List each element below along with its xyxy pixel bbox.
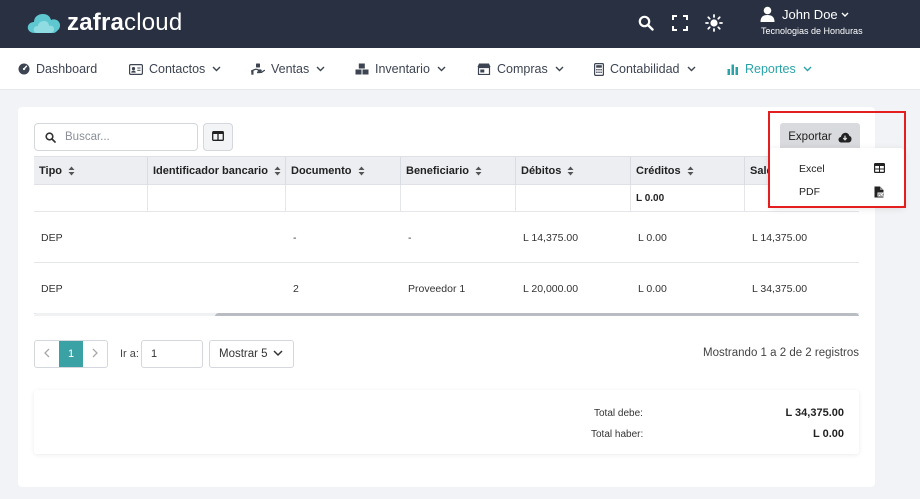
records-info: Mostrando 1 a 2 de 2 registros [703,347,859,359]
table-row[interactable]: DEP 2 Proveedor 1 L 20,000.00 L 0.00 L 3… [34,264,859,314]
cell-tipo: DEP [41,232,63,244]
fullscreen-icon[interactable] [670,13,690,33]
columns-icon [212,130,224,144]
column-header[interactable]: Débitos [516,157,631,185]
cell-identificador [148,213,155,263]
report-table: Tipo Identificador bancario Documento Be… [34,156,859,316]
page-button[interactable]: 1 [59,341,83,367]
bar-chart-icon [727,64,739,75]
cell-identificador [148,264,155,314]
goto-label: Ir a: [120,348,139,360]
search-input[interactable] [65,128,190,146]
nav-item-contabilidad[interactable]: Contabilidad [594,48,696,90]
chevron-down-icon [437,66,446,72]
table-row[interactable]: DEP - - L 14,375.00 L 0.00 L 14,375.00 [34,213,859,263]
column-header[interactable]: Créditos [631,157,745,185]
search-icon[interactable] [636,13,656,33]
sort-icon [68,166,75,176]
chevron-down-icon [273,350,283,357]
chevron-down-icon [687,66,696,72]
address-card-icon [129,63,143,75]
cloud-logo-icon [27,14,61,33]
page-size-select[interactable]: Mostrar 5 [209,340,294,368]
app-logo[interactable]: zafracloud [26,8,182,38]
prev-page-button[interactable] [35,341,59,367]
theme-sun-icon[interactable] [704,13,724,33]
nav-item-compras[interactable]: Compras [477,48,564,90]
report-card: Exportar Tipo Identificador bancario Doc… [18,107,875,487]
main-nav: Dashboard Contactos Ventas Inventario Co… [0,48,920,90]
user-icon [760,6,775,22]
column-toggle-button[interactable] [203,123,233,151]
cell-saldo: L 34,375.00 [752,283,808,295]
column-header[interactable]: Documento [286,157,401,185]
cell-debitos: L 14,375.00 [523,232,579,244]
summary-credit: L 0.00 [631,185,745,212]
nav-item-dashboard[interactable]: Dashboard [18,48,97,90]
totals-panel: Total debe: L 34,375.00 Total haber: L 0… [34,390,859,454]
cell-documento: - [293,232,297,244]
cell-tipo: DEP [41,283,63,295]
cell-beneficiario: Proveedor 1 [408,283,466,295]
top-bar: zafracloud John Doe Tecnologias de Hondu… [0,0,920,48]
cell-saldo: L 14,375.00 [752,232,808,244]
cell-creditos: L 0.00 [638,232,667,244]
chevron-down-icon [555,66,564,72]
user-name: John Doe [782,7,838,22]
pagination: 1 [34,340,108,368]
sort-icon [274,166,281,176]
calculator-icon [594,62,604,76]
chevron-down-icon [316,66,325,72]
table-header: Tipo Identificador bancario Documento Be… [34,156,859,185]
column-header[interactable]: Identificador bancario [148,157,286,185]
user-company: Tecnologias de Honduras [761,26,863,36]
sort-icon [475,166,482,176]
nav-item-reportes[interactable]: Reportes [727,48,812,90]
sort-icon [687,166,694,176]
user-menu[interactable]: John Doe Tecnologias de Honduras [760,5,910,43]
goto-page-input[interactable] [141,340,203,368]
horizontal-scrollbar[interactable] [215,313,859,316]
cell-debitos: L 20,000.00 [523,283,579,295]
chevron-down-icon [212,66,221,72]
total-haber-value: L 0.00 [813,428,844,440]
cell-creditos: L 0.00 [638,283,667,295]
store-icon [477,63,491,75]
sort-icon [358,166,365,176]
search-field[interactable] [34,123,198,151]
chevron-left-icon [44,347,50,361]
column-header[interactable]: Tipo [34,157,148,185]
total-haber-label: Total haber: [591,429,644,440]
chevron-down-icon [803,66,812,72]
boxes-icon [355,63,369,75]
total-debe-label: Total debe: [594,408,643,419]
chevron-right-icon [92,347,98,361]
table-summary-row: L 0.00 [34,185,859,212]
nav-item-contactos[interactable]: Contactos [129,48,221,90]
gauge-icon [18,63,30,75]
highlight-box [768,111,906,208]
hand-holding-icon [251,63,265,75]
cell-beneficiario: - [408,232,412,244]
sort-icon [567,166,574,176]
chevron-down-icon [841,12,849,17]
app-logo-text: zafracloud [67,9,183,36]
column-header[interactable]: Beneficiario [401,157,516,185]
cell-documento: 2 [293,283,299,295]
nav-item-inventario[interactable]: Inventario [355,48,446,90]
total-debe-value: L 34,375.00 [785,407,844,419]
next-page-button[interactable] [83,341,107,367]
search-icon [45,132,56,146]
nav-item-ventas[interactable]: Ventas [251,48,325,90]
